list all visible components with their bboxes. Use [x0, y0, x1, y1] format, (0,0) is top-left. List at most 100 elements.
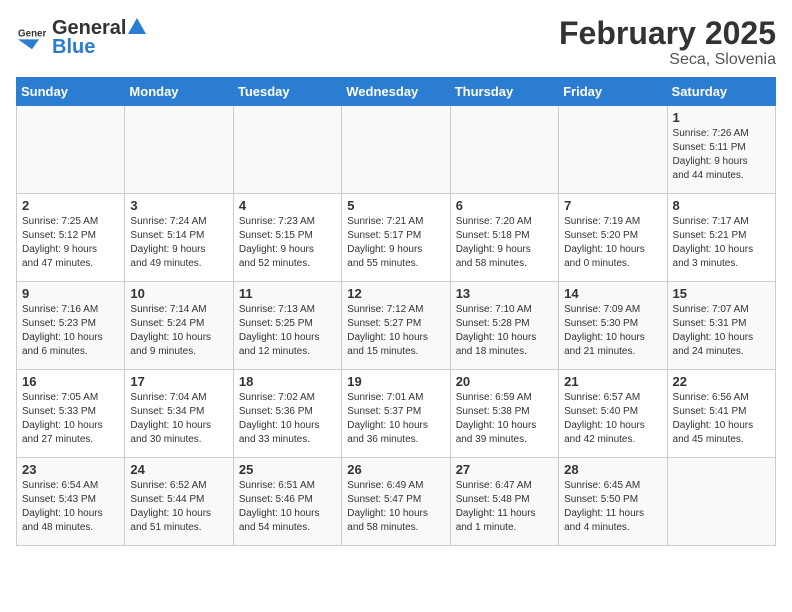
calendar-cell: 27 Sunrise: 6:47 AM Sunset: 5:48 PM Dayli…	[450, 458, 558, 546]
day-info: Sunrise: 6:52 AM Sunset: 5:44 PM Dayligh…	[130, 479, 227, 535]
calendar-cell: 15 Sunrise: 7:07 AM Sunset: 5:31 PM Dayli…	[667, 282, 775, 370]
day-info: Sunrise: 7:05 AM Sunset: 5:33 PM Dayligh…	[22, 391, 119, 447]
day-number: 22	[673, 374, 770, 389]
calendar-cell: 19 Sunrise: 7:01 AM Sunset: 5:37 PM Dayli…	[342, 370, 450, 458]
calendar-cell: 16 Sunrise: 7:05 AM Sunset: 5:33 PM Dayli…	[17, 370, 125, 458]
calendar-body: 1 Sunrise: 7:26 AM Sunset: 5:11 PM Daylig…	[17, 106, 776, 546]
day-number: 1	[673, 110, 770, 125]
calendar-cell	[559, 106, 667, 194]
calendar-cell: 1 Sunrise: 7:26 AM Sunset: 5:11 PM Daylig…	[667, 106, 775, 194]
day-number: 7	[564, 198, 661, 213]
day-info: Sunrise: 7:16 AM Sunset: 5:23 PM Dayligh…	[22, 303, 119, 359]
day-number: 23	[22, 462, 119, 477]
day-info: Sunrise: 7:13 AM Sunset: 5:25 PM Dayligh…	[239, 303, 336, 359]
calendar-cell: 4 Sunrise: 7:23 AM Sunset: 5:15 PM Daylig…	[233, 194, 341, 282]
calendar-cell: 14Sunrise: 7:09 AM Sunset: 5:30 PM Dayli…	[559, 282, 667, 370]
day-info: Sunrise: 7:14 AM Sunset: 5:24 PM Dayligh…	[130, 303, 227, 359]
day-number: 4	[239, 198, 336, 213]
calendar-table: SundayMondayTuesdayWednesdayThursdayFrid…	[16, 77, 776, 546]
calendar-cell: 13Sunrise: 7:10 AM Sunset: 5:28 PM Dayli…	[450, 282, 558, 370]
calendar-cell: 18 Sunrise: 7:02 AM Sunset: 5:36 PM Dayli…	[233, 370, 341, 458]
calendar-cell: 6 Sunrise: 7:20 AM Sunset: 5:18 PM Daylig…	[450, 194, 558, 282]
day-number: 24	[130, 462, 227, 477]
header-row: SundayMondayTuesdayWednesdayThursdayFrid…	[17, 78, 776, 106]
calendar-cell	[342, 106, 450, 194]
svg-text:General: General	[18, 28, 46, 39]
calendar-subtitle: Seca, Slovenia	[559, 51, 776, 69]
week-row-2: 2 Sunrise: 7:25 AM Sunset: 5:12 PM Daylig…	[17, 194, 776, 282]
day-info: Sunrise: 7:20 AM Sunset: 5:18 PM Dayligh…	[456, 215, 553, 271]
day-number: 28	[564, 462, 661, 477]
calendar-header: SundayMondayTuesdayWednesdayThursdayFrid…	[17, 78, 776, 106]
day-info: Sunrise: 7:02 AM Sunset: 5:36 PM Dayligh…	[239, 391, 336, 447]
calendar-cell: 24 Sunrise: 6:52 AM Sunset: 5:44 PM Dayli…	[125, 458, 233, 546]
day-info: Sunrise: 7:09 AM Sunset: 5:30 PM Dayligh…	[564, 303, 661, 359]
calendar-cell: 26 Sunrise: 6:49 AM Sunset: 5:47 PM Dayli…	[342, 458, 450, 546]
day-info: Sunrise: 6:45 AM Sunset: 5:50 PM Dayligh…	[564, 479, 661, 535]
day-info: Sunrise: 7:07 AM Sunset: 5:31 PM Dayligh…	[673, 303, 770, 359]
header-friday: Friday	[559, 78, 667, 106]
day-info: Sunrise: 7:19 AM Sunset: 5:20 PM Dayligh…	[564, 215, 661, 271]
calendar-cell	[17, 106, 125, 194]
calendar-cell: 23 Sunrise: 6:54 AM Sunset: 5:43 PM Dayli…	[17, 458, 125, 546]
day-number: 27	[456, 462, 553, 477]
day-number: 13	[456, 286, 553, 301]
calendar-cell: 10 Sunrise: 7:14 AM Sunset: 5:24 PM Dayli…	[125, 282, 233, 370]
day-info: Sunrise: 7:01 AM Sunset: 5:37 PM Dayligh…	[347, 391, 444, 447]
day-info: Sunrise: 6:59 AM Sunset: 5:38 PM Dayligh…	[456, 391, 553, 447]
calendar-cell: 7 Sunrise: 7:19 AM Sunset: 5:20 PM Daylig…	[559, 194, 667, 282]
day-info: Sunrise: 7:04 AM Sunset: 5:34 PM Dayligh…	[130, 391, 227, 447]
header-tuesday: Tuesday	[233, 78, 341, 106]
day-info: Sunrise: 6:54 AM Sunset: 5:43 PM Dayligh…	[22, 479, 119, 535]
page-header: General General Blue February 2025 Seca,…	[16, 16, 776, 69]
day-info: Sunrise: 6:47 AM Sunset: 5:48 PM Dayligh…	[456, 479, 553, 535]
header-wednesday: Wednesday	[342, 78, 450, 106]
day-number: 2	[22, 198, 119, 213]
day-number: 17	[130, 374, 227, 389]
day-number: 5	[347, 198, 444, 213]
day-number: 20	[456, 374, 553, 389]
header-thursday: Thursday	[450, 78, 558, 106]
calendar-cell: 11Sunrise: 7:13 AM Sunset: 5:25 PM Dayli…	[233, 282, 341, 370]
calendar-cell: 5 Sunrise: 7:21 AM Sunset: 5:17 PM Daylig…	[342, 194, 450, 282]
day-info: Sunrise: 7:24 AM Sunset: 5:14 PM Dayligh…	[130, 215, 227, 271]
day-info: Sunrise: 7:25 AM Sunset: 5:12 PM Dayligh…	[22, 215, 119, 271]
day-number: 12	[347, 286, 444, 301]
day-info: Sunrise: 6:49 AM Sunset: 5:47 PM Dayligh…	[347, 479, 444, 535]
day-info: Sunrise: 7:23 AM Sunset: 5:15 PM Dayligh…	[239, 215, 336, 271]
title-block: February 2025 Seca, Slovenia	[559, 16, 776, 69]
calendar-cell: 17 Sunrise: 7:04 AM Sunset: 5:34 PM Dayli…	[125, 370, 233, 458]
logo-triangle-icon	[128, 16, 146, 34]
calendar-title: February 2025	[559, 16, 776, 51]
day-number: 25	[239, 462, 336, 477]
logo-icon: General	[18, 24, 46, 52]
calendar-cell: 9Sunrise: 7:16 AM Sunset: 5:23 PM Daylig…	[17, 282, 125, 370]
header-saturday: Saturday	[667, 78, 775, 106]
day-number: 10	[130, 286, 227, 301]
day-info: Sunrise: 6:51 AM Sunset: 5:46 PM Dayligh…	[239, 479, 336, 535]
day-number: 19	[347, 374, 444, 389]
week-row-1: 1 Sunrise: 7:26 AM Sunset: 5:11 PM Daylig…	[17, 106, 776, 194]
logo: General General Blue	[16, 16, 148, 59]
week-row-3: 9Sunrise: 7:16 AM Sunset: 5:23 PM Daylig…	[17, 282, 776, 370]
day-number: 16	[22, 374, 119, 389]
calendar-cell: 22Sunrise: 6:56 AM Sunset: 5:41 PM Dayli…	[667, 370, 775, 458]
day-info: Sunrise: 7:12 AM Sunset: 5:27 PM Dayligh…	[347, 303, 444, 359]
calendar-cell: 8Sunrise: 7:17 AM Sunset: 5:21 PM Daylig…	[667, 194, 775, 282]
calendar-cell: 21 Sunrise: 6:57 AM Sunset: 5:40 PM Dayli…	[559, 370, 667, 458]
calendar-cell: 20 Sunrise: 6:59 AM Sunset: 5:38 PM Dayli…	[450, 370, 558, 458]
day-info: Sunrise: 7:26 AM Sunset: 5:11 PM Dayligh…	[673, 127, 770, 183]
calendar-cell	[233, 106, 341, 194]
calendar-cell	[125, 106, 233, 194]
calendar-cell: 12 Sunrise: 7:12 AM Sunset: 5:27 PM Dayli…	[342, 282, 450, 370]
day-info: Sunrise: 6:57 AM Sunset: 5:40 PM Dayligh…	[564, 391, 661, 447]
day-number: 15	[673, 286, 770, 301]
day-number: 26	[347, 462, 444, 477]
day-info: Sunrise: 7:21 AM Sunset: 5:17 PM Dayligh…	[347, 215, 444, 271]
header-sunday: Sunday	[17, 78, 125, 106]
day-number: 6	[456, 198, 553, 213]
day-number: 21	[564, 374, 661, 389]
calendar-cell: 28 Sunrise: 6:45 AM Sunset: 5:50 PM Dayli…	[559, 458, 667, 546]
header-monday: Monday	[125, 78, 233, 106]
day-number: 18	[239, 374, 336, 389]
